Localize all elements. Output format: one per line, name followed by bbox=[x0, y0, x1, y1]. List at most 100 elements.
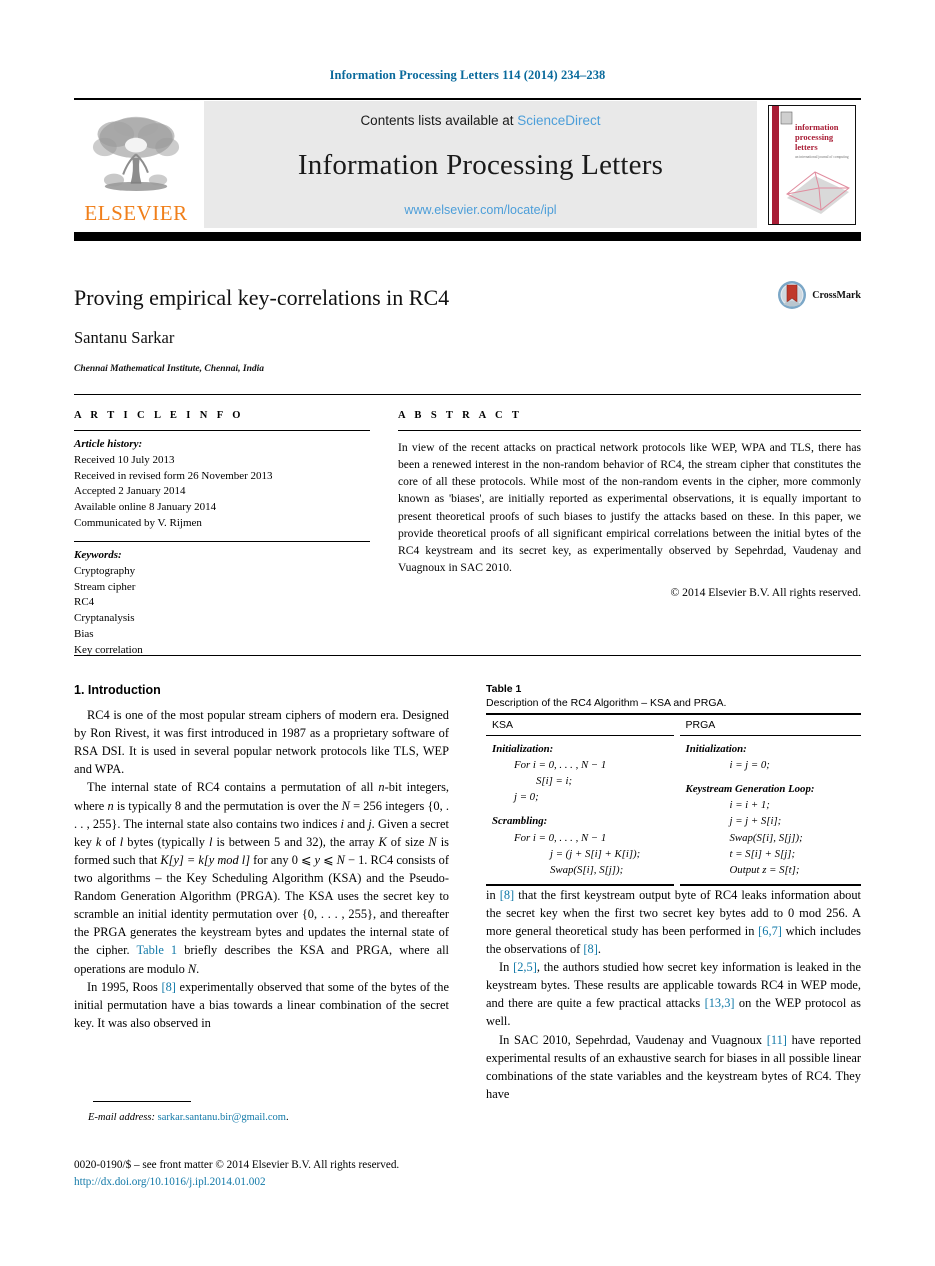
p2-seg: is typically 8 and the permutation is ov… bbox=[113, 798, 342, 813]
svg-text:processing: processing bbox=[795, 132, 834, 142]
ksa-init-label: Initialization: bbox=[492, 742, 554, 755]
paragraph-4: In [2,5], the authors studied how secret… bbox=[486, 958, 861, 1030]
prga-spacer bbox=[686, 773, 862, 781]
p5-seg: In SAC 2010, Sepehrdad, Vaudenay and Vua… bbox=[499, 1032, 767, 1047]
prga-body-cell: Initialization: i = j = 0; Keystream Gen… bbox=[674, 736, 862, 886]
history-item: Received 10 July 2013 bbox=[74, 453, 175, 466]
keyword-item: Stream cipher bbox=[74, 580, 136, 593]
p2-var-N: N bbox=[187, 961, 197, 976]
journal-title: Information Processing Letters bbox=[297, 149, 664, 181]
elsevier-tree-icon bbox=[92, 116, 180, 191]
prga-loop-line-1: i = i + 1; bbox=[729, 799, 770, 812]
article-info-heading: A R T I C L E I N F O bbox=[74, 410, 244, 421]
journal-masthead: ELSEVIER Contents lists available at Sci… bbox=[74, 98, 861, 241]
prga-loop-label: Keystream Generation Loop: bbox=[685, 782, 815, 795]
masthead-center: Contents lists available at ScienceDirec… bbox=[204, 101, 757, 228]
running-head: Information Processing Letters 114 (2014… bbox=[329, 68, 606, 82]
svg-text:an international journal of co: an international journal of computing bbox=[795, 155, 849, 159]
p2-var-K: K bbox=[378, 834, 387, 849]
author-affiliation: Chennai Mathematical Institute, Chennai,… bbox=[74, 364, 265, 375]
ksa-init-line-3: j = 0; bbox=[514, 791, 539, 804]
contents-list-line: Contents lists available at ScienceDirec… bbox=[360, 113, 600, 128]
svg-text:information: information bbox=[795, 122, 839, 132]
p2-seg: and bbox=[343, 816, 369, 831]
history-item: Communicated by V. Rijmen bbox=[74, 517, 202, 530]
footnote-email-label: E-mail address: bbox=[88, 1112, 155, 1123]
p2-var-N: N bbox=[428, 834, 437, 849]
ksa-pseudocode: Initialization: For i = 0, . . . , N − 1… bbox=[486, 736, 674, 885]
paragraph-5: In SAC 2010, Sepehrdad, Vaudenay and Vua… bbox=[486, 1031, 861, 1103]
issn-copyright-line: 0020-0190/$ – see front matter © 2014 El… bbox=[74, 1159, 400, 1171]
footnote-email: E-mail address: sarkar.santanu.bir@gmail… bbox=[88, 1112, 289, 1123]
p3c-prefix: in bbox=[486, 887, 500, 902]
article-history-label: Article history: bbox=[74, 438, 143, 450]
column-header-prga: PRGA bbox=[685, 718, 716, 731]
prga-loop-line-4: t = S[i] + S[j]; bbox=[729, 847, 796, 860]
p2-seg: of bbox=[101, 834, 120, 849]
p3-seg: In 1995, Roos bbox=[87, 979, 162, 994]
p2-seg: ⩽ bbox=[320, 852, 337, 867]
citation-link-133[interactable]: [13,3] bbox=[705, 996, 735, 1010]
citation-link-8c[interactable]: [8] bbox=[583, 942, 597, 956]
doi-link[interactable]: http://dx.doi.org/10.1016/j.ipl.2014.01.… bbox=[74, 1174, 399, 1191]
footnote-rule bbox=[93, 1101, 191, 1102]
paragraph-3-continued: in [8] that the first keystream output b… bbox=[486, 886, 861, 958]
body-column-right: Table 1 Description of the RC4 Algorithm… bbox=[486, 683, 861, 1103]
citation-link-8b[interactable]: [8] bbox=[500, 888, 514, 902]
journal-cover-thumbnail: information processing letters an intern… bbox=[768, 104, 856, 225]
section-heading-introduction: 1. Introduction bbox=[74, 683, 161, 697]
ksa-init-line-2: S[i] = i; bbox=[536, 774, 573, 787]
keyword-item: Key correlation bbox=[74, 643, 143, 656]
table-1-block: Table 1 Description of the RC4 Algorithm… bbox=[486, 683, 861, 886]
citation-link-67[interactable]: [6,7] bbox=[758, 924, 782, 938]
prga-loop-line-2: j = j + S[i]; bbox=[729, 815, 782, 828]
sciencedirect-link[interactable]: ScienceDirect bbox=[517, 113, 600, 128]
keywords-rule bbox=[74, 540, 370, 542]
citation-link-11[interactable]: [11] bbox=[767, 1033, 787, 1047]
keyword-item: RC4 bbox=[74, 596, 95, 609]
keyword-item: Cryptanalysis bbox=[74, 612, 135, 625]
page-footer: 0020-0190/$ – see front matter © 2014 El… bbox=[74, 1157, 399, 1191]
elsevier-wordmark: ELSEVIER bbox=[84, 201, 188, 225]
ksa-scramble-line-3: Swap(S[i], S[j]); bbox=[550, 863, 624, 876]
article-history-block: Article history: Received 10 July 2013 R… bbox=[74, 437, 370, 532]
prga-init-line-1: i = j = 0; bbox=[729, 758, 770, 771]
keyword-item: Bias bbox=[74, 628, 94, 641]
keywords-block: Keywords: Cryptography Stream cipher RC4… bbox=[74, 548, 370, 659]
prga-header-cell: PRGA bbox=[674, 715, 861, 736]
article-info-rule bbox=[74, 430, 370, 431]
citation-link-25[interactable]: [2,5] bbox=[513, 960, 537, 974]
journal-homepage-link[interactable]: www.elsevier.com/locate/ipl bbox=[404, 203, 556, 217]
table-1-number: Table 1 bbox=[486, 683, 522, 695]
journal-cover-art: information processing letters an intern… bbox=[769, 105, 855, 224]
paragraph-1: RC4 is one of the most popular stream ci… bbox=[74, 708, 449, 777]
footnote-email-link[interactable]: sarkar.santanu.bir@gmail.com bbox=[158, 1112, 286, 1123]
history-item: Available online 8 January 2014 bbox=[74, 501, 217, 514]
info-abstract-section: A R T I C L E I N F O Article history: R… bbox=[74, 410, 861, 659]
history-item: Received in revised form 26 November 201… bbox=[74, 469, 273, 482]
paragraph-3: In 1995, Roos [8] experimentally observe… bbox=[74, 978, 449, 1032]
table-1-reference-link[interactable]: Table 1 bbox=[136, 943, 177, 957]
paragraph-2: The internal state of RC4 contains a per… bbox=[74, 778, 449, 977]
abstract-copyright: © 2014 Elsevier B.V. All rights reserved… bbox=[670, 586, 861, 600]
p2-seg: . bbox=[196, 961, 200, 976]
p2-seg: of size bbox=[386, 834, 429, 849]
crossmark-icon bbox=[778, 281, 807, 309]
body-divider-rule bbox=[74, 655, 861, 656]
p2-formula: K[y] = k[y mod l] bbox=[160, 852, 251, 867]
prga-init-label: Initialization: bbox=[685, 742, 747, 755]
p2-seg: The internal state of RC4 contains a per… bbox=[87, 780, 379, 795]
crossmark-label: CrossMark bbox=[812, 289, 861, 301]
masthead-top-rule bbox=[74, 98, 861, 100]
body-column-left: 1. Introduction RC4 is one of the most p… bbox=[74, 683, 449, 1103]
masthead-bottom-rule bbox=[74, 232, 861, 241]
journal-cover-block: information processing letters an intern… bbox=[763, 101, 861, 228]
elsevier-logo-block: ELSEVIER bbox=[74, 101, 198, 228]
ksa-scramble-line-2: j = (j + S[i] + K[i]); bbox=[550, 847, 641, 860]
abstract-text: In view of the recent attacks on practic… bbox=[398, 441, 861, 575]
p2-seg: bytes (typically bbox=[123, 834, 209, 849]
citation-link-8[interactable]: [8] bbox=[161, 980, 175, 994]
p2-seg: for any 0 ⩽ bbox=[250, 852, 315, 867]
crossmark-badge[interactable]: CrossMark bbox=[777, 280, 861, 310]
prga-loop-line-3: Swap(S[i], S[j]); bbox=[729, 831, 803, 844]
